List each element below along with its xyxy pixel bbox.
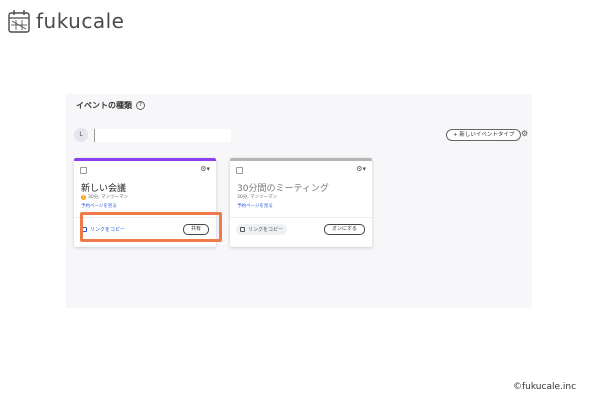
- view-booking-page-link[interactable]: 予約ページを見る: [81, 203, 117, 209]
- card-checkbox[interactable]: [236, 167, 243, 174]
- gear-icon[interactable]: ⚙: [521, 130, 529, 138]
- event-meta-text: 30分, マンツーマン: [237, 195, 278, 200]
- event-meta-text: 30分, マンツーマン: [88, 195, 129, 200]
- event-meta: 30分, マンツーマン: [237, 194, 277, 200]
- page-title-text: イベントの種類: [76, 101, 132, 110]
- turn-on-button[interactable]: オンにする: [323, 224, 365, 235]
- brand-logo: fukucale: [8, 9, 124, 33]
- logo-text: fukucale: [36, 9, 125, 33]
- new-event-type-button[interactable]: + 新しいイベントタイプ: [446, 129, 522, 141]
- copy-icon: [240, 227, 245, 232]
- highlight-box: [80, 212, 222, 242]
- gear-dropdown-icon[interactable]: ⚙▾: [356, 166, 366, 173]
- calendar-logo-icon: [8, 10, 30, 33]
- event-card-30min-meeting[interactable]: ⚙▾ 30分間のミーティング 30分, マンツーマン 予約ページを見る リンクを…: [230, 158, 372, 247]
- avatar[interactable]: L: [74, 128, 88, 142]
- gear-dropdown-icon[interactable]: ⚙▾: [200, 166, 210, 173]
- question-circle-icon[interactable]: ?: [136, 101, 145, 110]
- view-booking-page-link[interactable]: 予約ページを見る: [237, 203, 273, 209]
- card-divider: [230, 217, 372, 218]
- page-title: イベントの種類 ?: [76, 100, 145, 111]
- copy-link-label: リンクをコピー: [248, 227, 284, 233]
- event-title: 30分間のミーティング: [237, 184, 329, 194]
- event-title: 新しい会議: [81, 184, 127, 194]
- warning-icon: !: [81, 194, 86, 200]
- event-types-panel: イベントの種類 ? L + 新しいイベントタイプ ⚙ ⚙▾ 新しい会議 ! 30…: [66, 94, 532, 308]
- username-field: [94, 128, 231, 142]
- copyright-text: ©fukucale.inc: [513, 382, 577, 392]
- user-row: L: [74, 128, 231, 142]
- copy-link-button[interactable]: リンクをコピー: [236, 224, 288, 235]
- card-checkbox[interactable]: [80, 167, 87, 174]
- event-meta: ! 30分, マンツーマン: [81, 194, 128, 200]
